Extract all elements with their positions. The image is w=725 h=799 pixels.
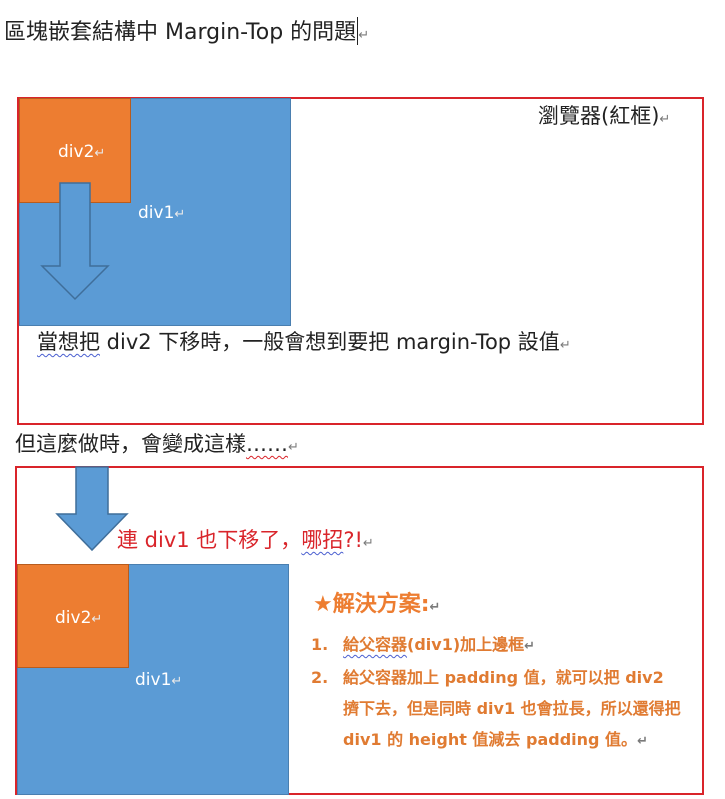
div2-label: div2↵	[55, 608, 102, 628]
browser-label-text: 瀏覽器(紅框)	[538, 104, 660, 128]
paragraph-mark: ↵	[524, 639, 536, 654]
down-arrow-icon	[40, 182, 110, 301]
caption-1-rest: div2 下移時，一般會想到要把 margin-Top 設值	[100, 330, 560, 354]
paragraph-mark: ↵	[91, 612, 103, 627]
title-text: 區塊嵌套結構中 Margin-Top 的問題	[4, 20, 357, 45]
paragraph-mark: ↵	[637, 734, 648, 749]
between-text: 但這麼做時，會變成這樣……↵	[15, 428, 299, 458]
paragraph-mark: ↵	[174, 207, 186, 222]
solution-list: 1. 給父容器(div1)加上邊框↵ 2. 給父容器加上 padding 值，就…	[311, 629, 683, 757]
between-ellipsis: ……	[246, 432, 288, 456]
paragraph-mark: ↵	[429, 600, 441, 615]
caption-1-underlined: 當想把	[37, 330, 100, 354]
star-icon: ★	[313, 592, 333, 617]
solution-text: 給父容器加上 padding 值，就可以把 div2 擠下去，但是同時 div1…	[343, 662, 683, 757]
note-text: 連 div1 也下移了，哪招?!↵	[117, 524, 374, 554]
note-underlined: 哪招	[301, 528, 344, 552]
between-text-main: 但這麼做時，會變成這樣	[15, 432, 246, 456]
solution-item: 1. 給父容器(div1)加上邊框↵	[311, 629, 683, 662]
div2-label: div2↵	[58, 142, 105, 162]
solution-title: ★解決方案:↵	[313, 586, 440, 618]
div1-label-text: div1	[135, 670, 172, 690]
caption-1: 當想把 div2 下移時，一般會想到要把 margin-Top 設值↵	[37, 326, 571, 356]
browser-label: 瀏覽器(紅框)↵	[538, 100, 670, 130]
solution-title-text: 解決方案:	[332, 592, 430, 617]
solution-number: 1.	[311, 635, 329, 654]
solution-text-body: 給父容器加上 padding 值，就可以把 div2 擠下去，但是同時 div1…	[343, 668, 681, 749]
div2-label-text: div2	[58, 142, 95, 162]
note-part2: ?!	[343, 528, 363, 552]
page-title: 區塊嵌套結構中 Margin-Top 的問題 ↵	[4, 14, 369, 46]
paragraph-mark: ↵	[94, 146, 106, 161]
solution-text: 給父容器(div1)加上邊框↵	[343, 629, 683, 662]
paragraph-mark: ↵	[288, 440, 299, 455]
paragraph-mark: ↵	[171, 674, 183, 689]
solution-number: 2.	[311, 668, 329, 687]
paragraph-mark: ↵	[362, 536, 374, 551]
div1-label-text: div1	[138, 203, 175, 223]
solution-item: 2. 給父容器加上 padding 值，就可以把 div2 擠下去，但是同時 d…	[311, 662, 683, 757]
paragraph-mark: ↵	[358, 28, 370, 43]
div2-label-text: div2	[55, 608, 92, 628]
solution-text-rest: (div1)加上邊框	[407, 635, 525, 654]
div1-label: div1↵	[138, 203, 185, 223]
note-part1: 連 div1 也下移了，	[117, 528, 302, 552]
div1-label: div1↵	[135, 670, 182, 690]
paragraph-mark: ↵	[559, 338, 571, 353]
paragraph-mark: ↵	[659, 112, 671, 127]
solution-text-underlined: 給父容器	[343, 635, 408, 654]
